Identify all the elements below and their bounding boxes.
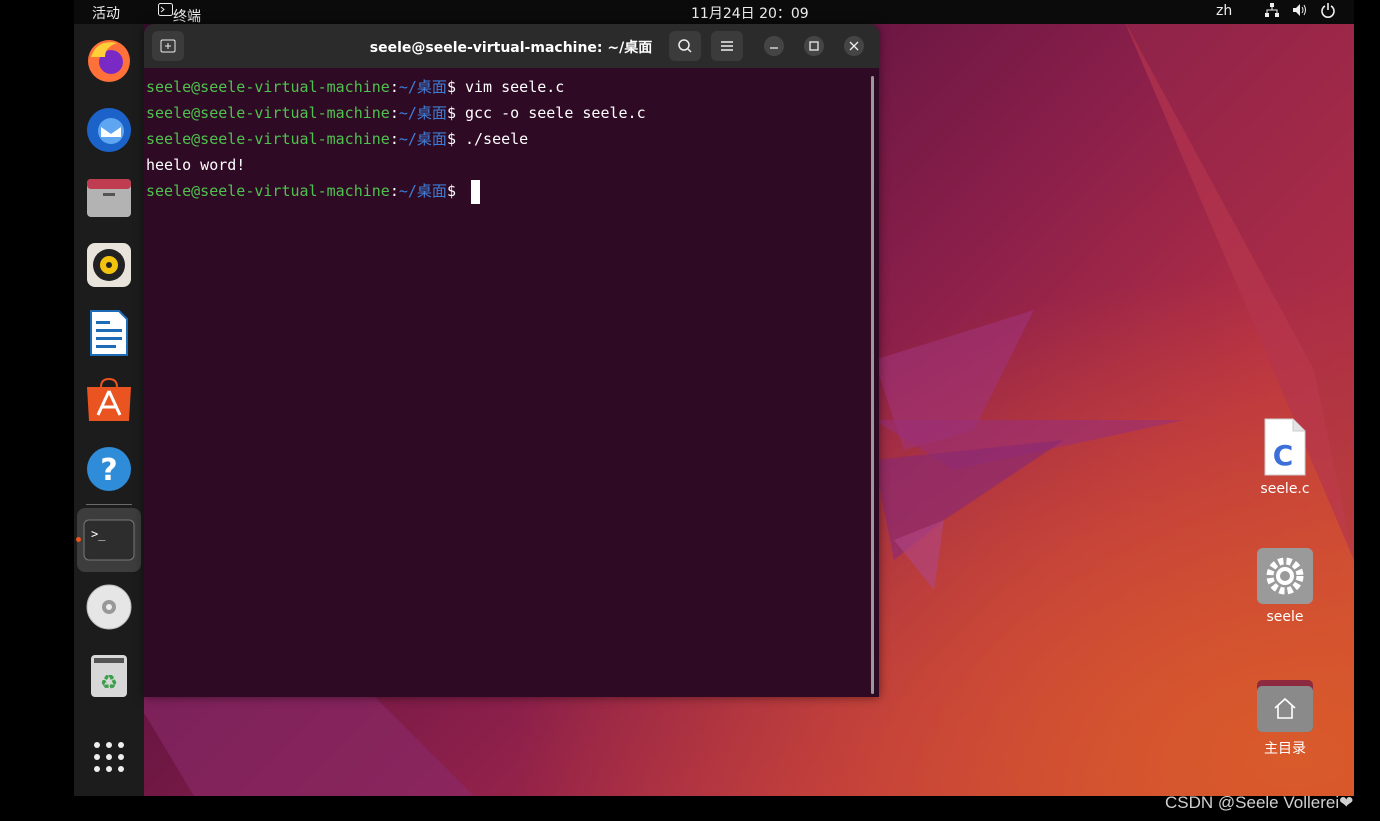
disc-icon: [86, 584, 132, 630]
libreoffice-writer-icon: [90, 310, 128, 356]
dock-item-help[interactable]: ?: [83, 443, 135, 495]
dock-item-thunderbird[interactable]: [83, 103, 135, 155]
terminal-window[interactable]: seele@seele-virtual-machine: ~/桌面 seele@…: [144, 24, 879, 697]
terminal-cursor: [471, 179, 480, 204]
prompt-user: seele@seele-virtual-machine: [146, 104, 390, 122]
terminal-scrollbar[interactable]: [871, 76, 874, 694]
prompt-separator: :: [389, 182, 399, 200]
desktop-icon-seele[interactable]: seele: [1240, 547, 1330, 625]
dock-item-rhythmbox[interactable]: [83, 239, 135, 291]
terminal-icon: >_: [83, 519, 135, 561]
terminal-line: seele@seele-virtual-machine:~/桌面$ gcc -o…: [146, 100, 866, 126]
app-menu[interactable]: 终端: [158, 3, 201, 25]
terminal-output[interactable]: seele@seele-virtual-machine:~/桌面$ vim se…: [146, 74, 866, 204]
terminal-titlebar[interactable]: seele@seele-virtual-machine: ~/桌面: [144, 24, 879, 68]
maximize-button[interactable]: [804, 36, 824, 56]
program-output: heelo word!: [146, 156, 246, 174]
svg-text:?: ?: [100, 453, 117, 488]
input-method-indicator[interactable]: zh: [1216, 3, 1232, 19]
show-apps-icon: [94, 742, 124, 772]
volume-icon[interactable]: [1292, 3, 1308, 17]
maximize-icon: [809, 41, 819, 51]
desktop-icon-label: seele.c: [1260, 481, 1310, 497]
clock[interactable]: 11月24日 20：09: [691, 3, 809, 23]
desktop-icon-label: seele: [1266, 609, 1304, 625]
dock-item-disc[interactable]: [83, 581, 135, 633]
dock-item-files[interactable]: [83, 171, 135, 223]
firefox-icon: [88, 40, 130, 82]
top-bar: 活动 终端 11月24日 20：09 zh: [74, 0, 1354, 25]
dock-item-app-center[interactable]: [83, 375, 135, 427]
executable-gear-icon: [1257, 548, 1313, 604]
dock-item-writer[interactable]: [83, 307, 135, 359]
new-tab-button[interactable]: [152, 31, 184, 61]
hamburger-menu-icon: [721, 41, 733, 51]
files-icon: [87, 179, 131, 217]
svg-text:>_: >_: [91, 527, 106, 541]
terminal-title: seele@seele-virtual-machine: ~/桌面: [369, 40, 653, 56]
power-icon[interactable]: [1320, 2, 1336, 18]
prompt-user: seele@seele-virtual-machine: [146, 130, 390, 148]
dock-item-terminal[interactable]: >_: [77, 508, 141, 572]
prompt-user: seele@seele-virtual-machine: [146, 78, 390, 96]
activities-button[interactable]: 活动: [92, 3, 120, 23]
command-text: gcc -o seele seele.c: [465, 104, 646, 122]
dock-item-trash[interactable]: ♻: [83, 649, 135, 701]
thunderbird-icon: [87, 108, 131, 152]
prompt-user: seele@seele-virtual-machine: [146, 182, 390, 200]
close-button[interactable]: [844, 36, 864, 56]
watermark: CSDN @Seele Vollerei❤: [1165, 793, 1354, 812]
prompt-path: ~/桌面: [398, 130, 447, 148]
app-center-icon: [87, 377, 131, 421]
menu-button[interactable]: [711, 31, 743, 61]
network-icon[interactable]: [1264, 2, 1280, 18]
desktop-icon-seele-c[interactable]: C seele.c: [1240, 417, 1330, 497]
show-apps-button[interactable]: [83, 731, 135, 783]
minimize-button[interactable]: [764, 36, 784, 56]
help-icon: ?: [87, 447, 131, 491]
minimize-icon: [770, 47, 778, 49]
terminal-line: seele@seele-virtual-machine:~/桌面$ vim se…: [146, 74, 866, 100]
desktop-icon-label: 主目录: [1264, 741, 1306, 757]
screen: 活动 终端 11月24日 20：09 zh ? >_ ♻ seele@seele…: [74, 0, 1354, 796]
c-source-file-icon: C: [1264, 418, 1306, 476]
svg-text:♻: ♻: [100, 670, 118, 694]
trash-icon: ♻: [91, 655, 127, 697]
search-icon: [678, 39, 692, 53]
terminal-line: seele@seele-virtual-machine:~/桌面$ ./seel…: [146, 126, 866, 152]
prompt-symbol: $: [446, 182, 465, 200]
desktop-icon-home[interactable]: 主目录: [1240, 678, 1330, 758]
dock: ? >_ ♻: [74, 24, 144, 796]
search-button[interactable]: [669, 31, 701, 61]
close-icon: [849, 41, 859, 51]
prompt-symbol: $: [446, 104, 465, 122]
terminal-line: heelo word!: [146, 152, 866, 178]
dock-separator: [86, 504, 132, 505]
prompt-separator: :: [389, 78, 399, 96]
prompt-symbol: $: [446, 130, 465, 148]
prompt-symbol: $: [446, 78, 465, 96]
prompt-path: ~/桌面: [398, 182, 447, 200]
prompt-path: ~/桌面: [398, 104, 447, 122]
command-text: vim seele.c: [465, 78, 565, 96]
terminal-line: seele@seele-virtual-machine:~/桌面$: [146, 178, 866, 204]
home-folder-icon: [1257, 680, 1313, 732]
rhythmbox-icon: [87, 243, 131, 287]
prompt-path: ~/桌面: [398, 78, 447, 96]
terminal-app-icon: [158, 3, 173, 16]
prompt-separator: :: [389, 130, 399, 148]
app-menu-label: 终端: [173, 9, 201, 25]
svg-text:C: C: [1273, 439, 1294, 472]
prompt-separator: :: [389, 104, 399, 122]
dock-item-firefox[interactable]: [83, 35, 135, 87]
new-tab-icon: [160, 39, 176, 53]
running-indicator: [76, 537, 81, 542]
command-text: ./seele: [465, 130, 529, 148]
